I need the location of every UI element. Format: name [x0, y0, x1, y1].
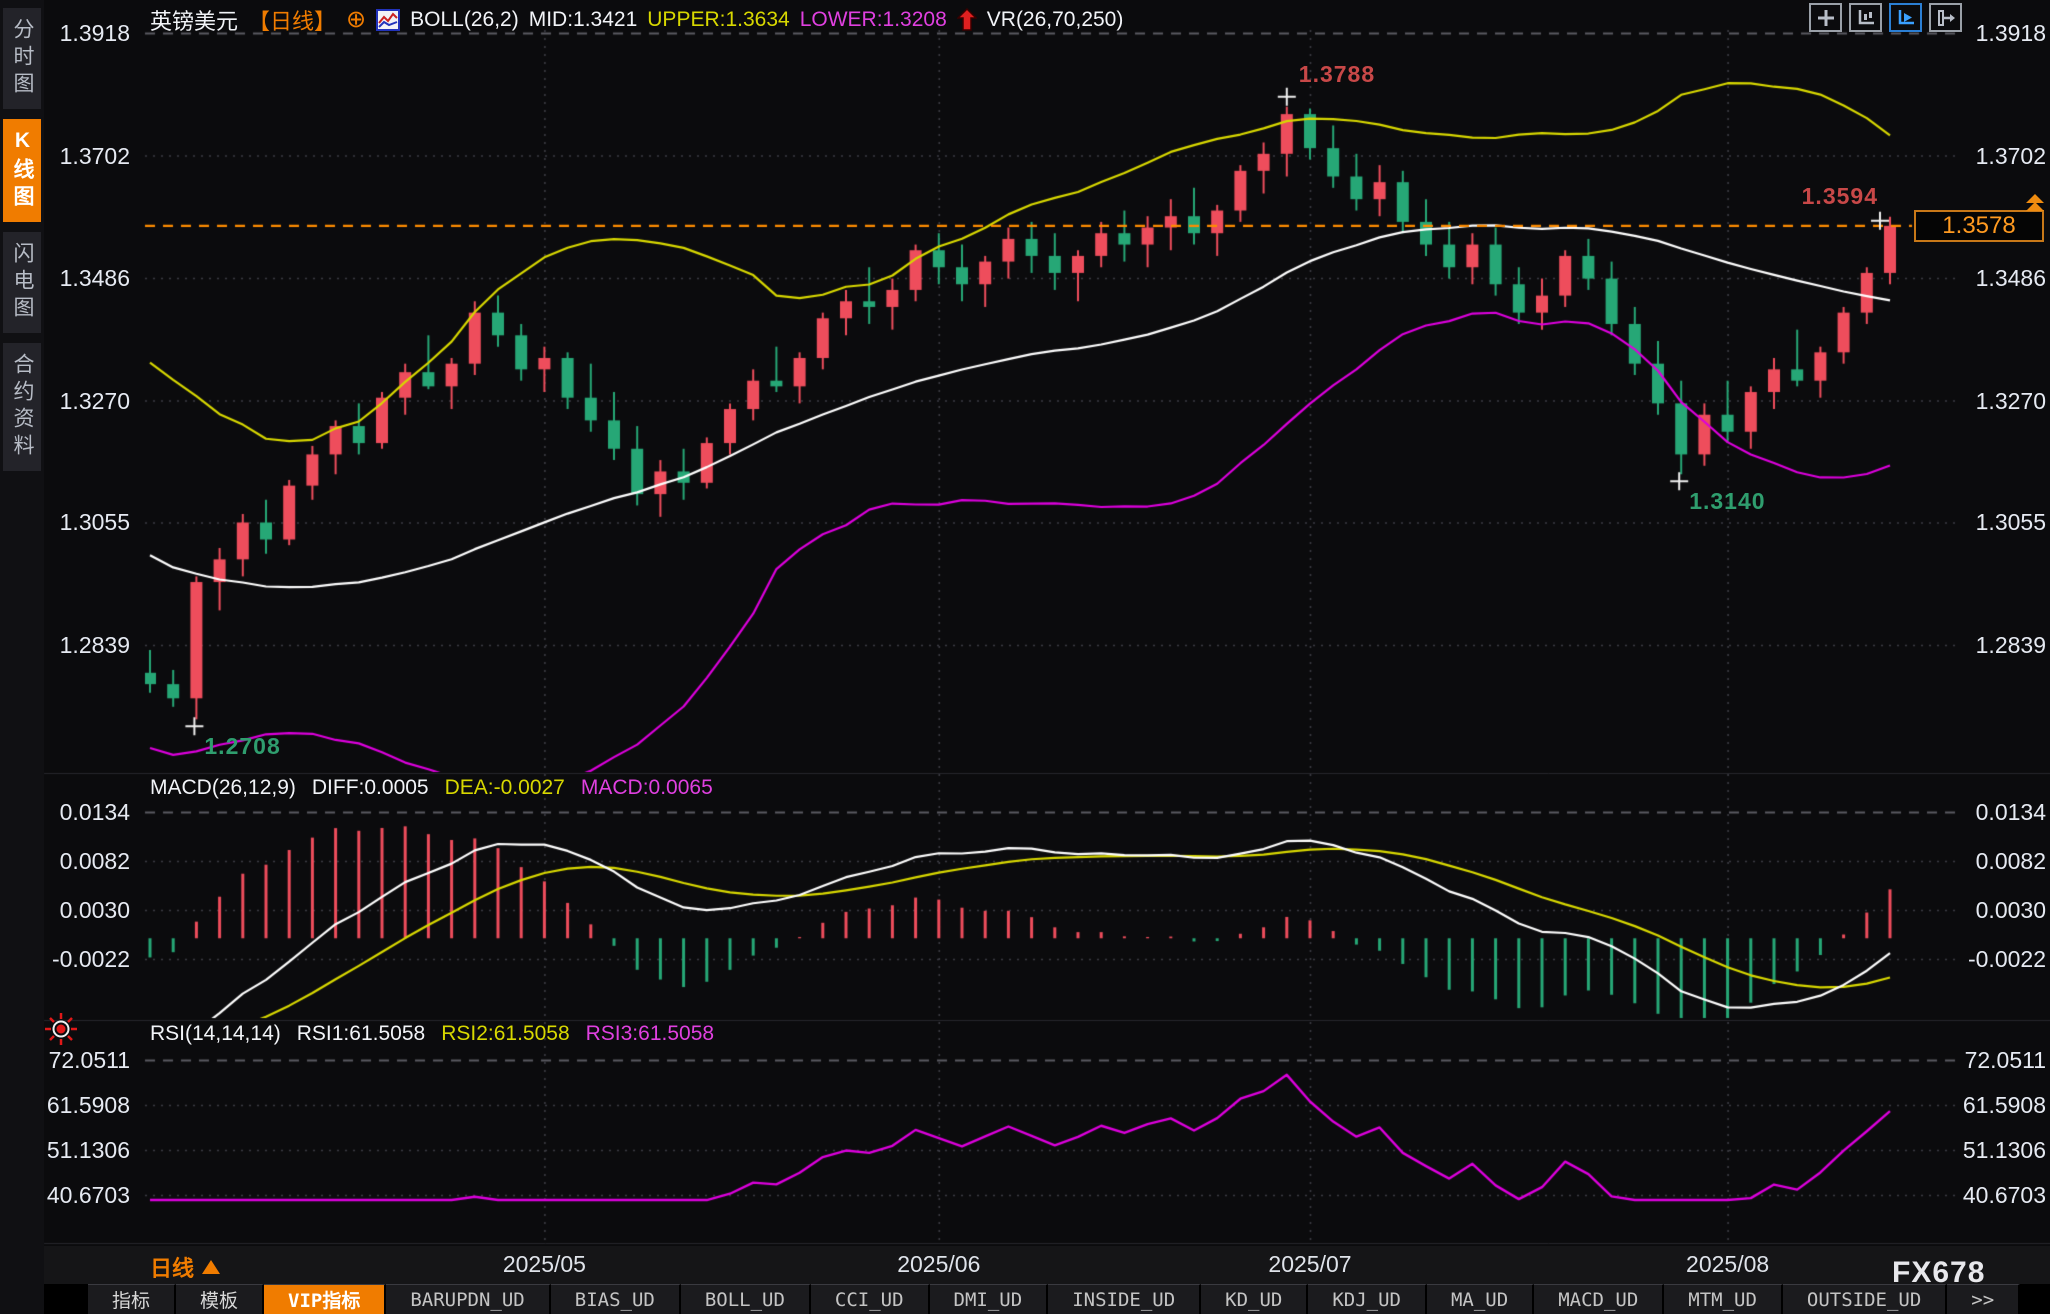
red-up-arrow-icon — [957, 8, 977, 32]
rsi2-value: RSI2:61.5058 — [441, 1022, 569, 1046]
rsi-name: RSI(14,14,14) — [150, 1022, 281, 1046]
rsi3-value: RSI3:61.5058 — [586, 1022, 714, 1046]
boll-lower-value: LOWER:1.3208 — [800, 8, 947, 32]
axis-scale-icon[interactable] — [1849, 3, 1882, 32]
triangle-up-icon — [202, 1260, 220, 1274]
boll-indicator-label: BOLL(26,2) — [410, 8, 519, 32]
axis-label: -0.0022 — [30, 946, 130, 973]
month-label: 2025/06 — [897, 1251, 980, 1278]
axis-label: 40.6703 — [30, 1182, 130, 1209]
macd-diff-value: DIFF:0.0005 — [312, 776, 429, 800]
macd-name: MACD(26,12,9) — [150, 776, 296, 800]
axis-label: 0.0134 — [30, 799, 130, 826]
axis-label: 1.3918 — [30, 20, 130, 47]
price-up-arrow-icon — [2022, 192, 2048, 223]
chart-header: 英镑美元 【日线】 ⊕ BOLL(26,2) MID:1.3421 UPPER:… — [150, 4, 1123, 36]
axis-label: 1.3270 — [30, 388, 130, 415]
axis-label: 1.3486 — [1936, 265, 2046, 292]
sidebar: 分时图 K线图 闪电图 合约资料 — [0, 0, 44, 1314]
symbol-name: 英镑美元 — [150, 4, 238, 36]
chart-toolbar — [1809, 3, 1962, 32]
rsi1-value: RSI1:61.5058 — [297, 1022, 425, 1046]
axis-label: 40.6703 — [1936, 1182, 2046, 1209]
axis-label: 1.3702 — [30, 143, 130, 170]
recent-high-annotation: 1.3594 — [1728, 183, 1878, 210]
indicator-tab-bar: 指标模板VIP指标BARUPDN_UDBIAS_UDBOLL_UDCCI_UDD… — [44, 1284, 2050, 1314]
tab-DMI_UD[interactable]: DMI_UD — [930, 1284, 1049, 1314]
crosshair-circle-icon[interactable]: ⊕ — [346, 10, 366, 30]
high-price-annotation: 1.3788 — [1299, 61, 1375, 88]
axis-label: 51.1306 — [1936, 1137, 2046, 1164]
axis-play-icon[interactable] — [1889, 3, 1922, 32]
period-selector[interactable]: 日线 — [150, 1251, 220, 1283]
alert-beacon-icon — [44, 1012, 78, 1051]
fx678-watermark: FX678 — [1892, 1256, 1985, 1290]
sidebar-item-time-chart[interactable]: 分时图 — [3, 8, 41, 109]
tab-CCI_UD[interactable]: CCI_UD — [811, 1284, 930, 1314]
axis-label: 0.0134 — [1936, 799, 2046, 826]
axis-label: 1.3055 — [30, 509, 130, 536]
vr-indicator-label: VR(26,70,250) — [987, 8, 1124, 32]
axis-label: 72.0511 — [1936, 1047, 2046, 1074]
trading-app-window: 分时图 K线图 闪电图 合约资料 英镑美元 【日线】 ⊕ BOLL(26,2) … — [0, 0, 2050, 1314]
tab-BARUPDN_UD[interactable]: BARUPDN_UD — [386, 1284, 550, 1314]
tab-VIP指标[interactable]: VIP指标 — [264, 1284, 386, 1314]
tab-MTM_UD[interactable]: MTM_UD — [1664, 1284, 1783, 1314]
boll-upper-value: UPPER:1.3634 — [647, 8, 789, 32]
macd-dea-value: DEA:-0.0027 — [445, 776, 565, 800]
axis-label: 1.2839 — [30, 632, 130, 659]
tab-MACD_UD[interactable]: MACD_UD — [1534, 1284, 1664, 1314]
axis-label: 51.1306 — [30, 1137, 130, 1164]
macd-macd-value: MACD:0.0065 — [581, 776, 713, 800]
tab-模板[interactable]: 模板 — [176, 1284, 264, 1314]
axis-label: 1.3270 — [1936, 388, 2046, 415]
axis-label: 0.0030 — [30, 897, 130, 924]
tab-MA_UD[interactable]: MA_UD — [1427, 1284, 1534, 1314]
tab-INSIDE_UD[interactable]: INSIDE_UD — [1048, 1284, 1201, 1314]
macd-pane-header: MACD(26,12,9) DIFF:0.0005 DEA:-0.0027 MA… — [150, 776, 713, 800]
sidebar-item-contract-info[interactable]: 合约资料 — [3, 343, 41, 471]
tab-BOLL_UD[interactable]: BOLL_UD — [681, 1284, 811, 1314]
start-low-annotation: 1.2708 — [204, 733, 280, 760]
month-label: 2025/05 — [503, 1251, 586, 1278]
rsi-pane-header: RSI(14,14,14) RSI1:61.5058 RSI2:61.5058 … — [150, 1022, 714, 1046]
tab-KD_UD[interactable]: KD_UD — [1201, 1284, 1308, 1314]
axis-label: 0.0030 — [1936, 897, 2046, 924]
axis-label: 1.3486 — [30, 265, 130, 292]
axis-label: 1.2839 — [1936, 632, 2046, 659]
pan-crosshair-icon[interactable] — [1809, 3, 1842, 32]
month-label: 2025/08 — [1686, 1251, 1769, 1278]
month-label: 2025/07 — [1268, 1251, 1351, 1278]
axis-label: 72.0511 — [30, 1047, 130, 1074]
boll-mid-value: MID:1.3421 — [529, 8, 638, 32]
jump-to-latest-icon[interactable] — [1929, 3, 1962, 32]
tab-KDJ_UD[interactable]: KDJ_UD — [1308, 1284, 1427, 1314]
tab-指标[interactable]: 指标 — [88, 1284, 176, 1314]
mini-chart-icon — [376, 9, 400, 31]
axis-label: 61.5908 — [30, 1092, 130, 1119]
sidebar-item-kline-chart[interactable]: K线图 — [3, 119, 41, 222]
sidebar-item-lightning-chart[interactable]: 闪电图 — [3, 232, 41, 333]
axis-label: 1.3055 — [1936, 509, 2046, 536]
axis-label: -0.0022 — [1936, 946, 2046, 973]
tab-BIAS_UD[interactable]: BIAS_UD — [551, 1284, 681, 1314]
axis-label: 61.5908 — [1936, 1092, 2046, 1119]
period-label: 【日线】 — [248, 4, 336, 36]
july-low-annotation: 1.3140 — [1689, 488, 1765, 515]
axis-label: 1.3702 — [1936, 143, 2046, 170]
axis-label: 0.0082 — [30, 848, 130, 875]
axis-label: 0.0082 — [1936, 848, 2046, 875]
period-selector-label: 日线 — [150, 1251, 194, 1283]
